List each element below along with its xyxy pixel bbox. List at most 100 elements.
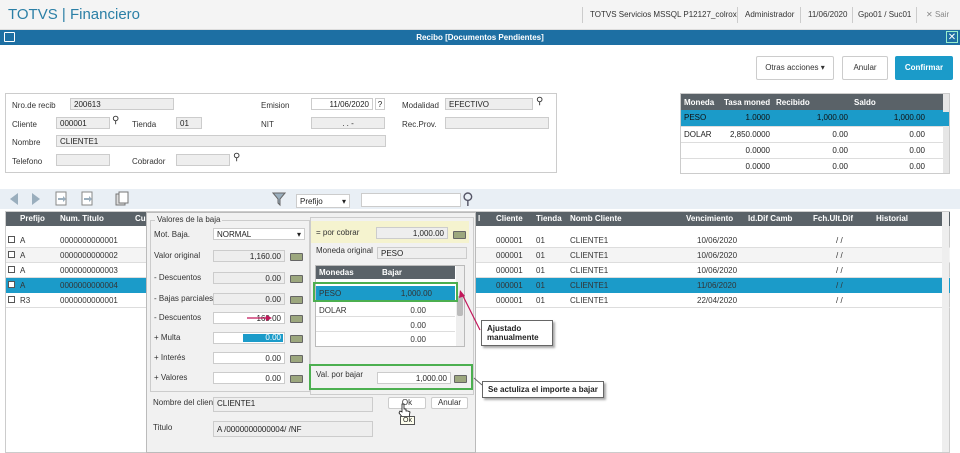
- row-checkbox[interactable]: [8, 266, 15, 273]
- currency-row[interactable]: DOLAR 2,850.0000 0.00 0.00: [681, 126, 943, 142]
- currency-header[interactable]: Recibido: [773, 94, 851, 110]
- grid-header-tienda[interactable]: Tienda: [536, 214, 562, 223]
- grid-header-historial[interactable]: Historial: [876, 214, 908, 223]
- money-icon[interactable]: [290, 275, 303, 283]
- arrow-right-icon[interactable]: [30, 192, 42, 206]
- search-icon[interactable]: ⚲: [462, 189, 474, 209]
- help-button[interactable]: ?: [375, 98, 385, 110]
- grid-header-cliente[interactable]: Cliente: [496, 214, 523, 223]
- document-out-icon[interactable]: [80, 191, 94, 207]
- money-icon[interactable]: [290, 355, 303, 363]
- currency-header[interactable]: Tasa moned: [721, 94, 773, 110]
- grid-header-titulo[interactable]: Num. Titulo: [60, 214, 104, 223]
- monedas-cell: 0.00: [410, 306, 426, 315]
- moneda-original-field[interactable]: PESO: [377, 247, 467, 259]
- grid-header-vencimiento[interactable]: Vencimiento: [686, 214, 733, 223]
- bajas-label: - Bajas parciales: [154, 294, 214, 303]
- interes-field[interactable]: 0.00: [213, 352, 285, 364]
- window-close-button[interactable]: ✕: [946, 31, 958, 43]
- emision-field[interactable]: 11/06/2020: [311, 98, 373, 110]
- other-actions-button[interactable]: Otras acciones ▾: [756, 56, 834, 80]
- cell-titulo: 0000000000004: [60, 281, 118, 290]
- telefono-field[interactable]: [56, 154, 110, 166]
- anular-button[interactable]: Anular: [431, 397, 468, 409]
- grid-header-nombre[interactable]: Nomb Cliente: [570, 214, 622, 223]
- money-icon[interactable]: [453, 231, 466, 239]
- nombre-cliente-field[interactable]: CLIENTE1: [213, 397, 373, 412]
- grid-header-cu[interactable]: Cu: [135, 214, 146, 223]
- scrollbar[interactable]: [943, 94, 949, 173]
- currency-cell: 0.00: [832, 161, 848, 171]
- row-checkbox[interactable]: [8, 296, 15, 303]
- search-icon[interactable]: ⚲: [536, 96, 543, 107]
- motbaja-label: Mot. Baja.: [154, 230, 191, 239]
- highlight-box: [313, 282, 458, 302]
- currency-header[interactable]: Moneda: [681, 94, 721, 110]
- scrollbar-thumb[interactable]: [943, 112, 949, 126]
- server-info: TOTVS Servicios MSSQL P12127_colrox: [590, 10, 737, 19]
- descuentos2-field[interactable]: 160.00: [213, 312, 285, 324]
- por-cobrar-field[interactable]: 1,000.00: [376, 227, 448, 239]
- tienda-field[interactable]: 01: [176, 117, 202, 129]
- money-icon[interactable]: [290, 335, 303, 343]
- currency-row[interactable]: 0.0000 0.00 0.00: [681, 158, 943, 174]
- bajas-field[interactable]: 0.00: [213, 293, 285, 305]
- documents-icon[interactable]: [114, 191, 130, 207]
- valores-field[interactable]: 0.00: [213, 372, 285, 384]
- cell-titulo: 0000000000001: [60, 296, 118, 305]
- currency-row[interactable]: PESO 1.0000 1,000.00 1,000.00: [681, 110, 943, 126]
- cancel-button[interactable]: Anular: [842, 56, 888, 80]
- nombre-field[interactable]: CLIENTE1: [56, 135, 386, 147]
- row-checkbox[interactable]: [8, 281, 15, 288]
- descuentos-field[interactable]: 0.00: [213, 272, 285, 284]
- nit-field[interactable]: . . -: [311, 117, 385, 129]
- divider: [737, 7, 738, 23]
- cell-vencimiento: 10/06/2020: [697, 236, 738, 245]
- nro-field[interactable]: 200613: [70, 98, 174, 110]
- titulo-field[interactable]: A /0000000000004/ /NF: [213, 421, 373, 437]
- monedas-header-bajar[interactable]: Bajar: [382, 268, 402, 277]
- exit-button[interactable]: ✕ Sair: [926, 10, 949, 19]
- multa-field[interactable]: 0.00: [213, 332, 285, 344]
- grid-header-prefijo[interactable]: Prefijo: [20, 214, 45, 223]
- cell-vencimiento: 22/04/2020: [697, 296, 738, 305]
- currency-header[interactable]: Saldo: [851, 94, 943, 110]
- scrollbar[interactable]: [942, 212, 949, 452]
- money-icon[interactable]: [290, 375, 303, 383]
- search-input[interactable]: [361, 193, 461, 207]
- motbaja-select[interactable]: NORMAL ▾: [213, 228, 305, 240]
- cliente-field[interactable]: 000001: [56, 117, 110, 129]
- currency-row[interactable]: 0.0000 0.00 0.00: [681, 142, 943, 158]
- divider: [852, 7, 853, 23]
- money-icon[interactable]: [290, 315, 303, 323]
- document-in-icon[interactable]: [54, 191, 68, 207]
- money-icon[interactable]: [290, 296, 303, 304]
- modalidad-field[interactable]: EFECTIVO: [445, 98, 533, 110]
- money-icon[interactable]: [290, 253, 303, 261]
- branch-info[interactable]: Gpo01 / Suc01: [858, 10, 911, 19]
- filter-field-select[interactable]: Prefijo ▾: [296, 194, 350, 208]
- monedas-header-moneda[interactable]: Monedas: [319, 268, 354, 277]
- confirm-button[interactable]: Confirmar: [895, 56, 953, 80]
- row-checkbox[interactable]: [8, 251, 15, 258]
- currency-cell: [681, 158, 721, 174]
- grid-header-iddif[interactable]: Id.Dif Camb: [748, 214, 792, 223]
- cobrador-field[interactable]: [176, 154, 230, 166]
- modalidad-label: Modalidad: [402, 101, 439, 110]
- cell-cliente: 000001: [496, 236, 523, 245]
- grid-header-partial[interactable]: l: [478, 214, 480, 223]
- arrow-left-icon[interactable]: [8, 192, 20, 206]
- filter-icon[interactable]: [272, 191, 286, 207]
- row-checkbox[interactable]: [8, 236, 15, 243]
- cell-tienda: 01: [536, 281, 545, 290]
- valor-original-field[interactable]: 1,160.00: [213, 250, 285, 262]
- search-icon[interactable]: ⚲: [233, 152, 240, 163]
- cell-fchult: / /: [836, 251, 843, 260]
- grid-header-fchult[interactable]: Fch.Ult.Dif: [813, 214, 853, 223]
- cell-prefijo: A: [20, 281, 26, 290]
- monedas-cell: 0.00: [410, 321, 426, 330]
- recprov-field[interactable]: [445, 117, 549, 129]
- divider: [800, 7, 801, 23]
- search-icon[interactable]: ⚲: [112, 115, 119, 126]
- cell-fchult: / /: [836, 266, 843, 275]
